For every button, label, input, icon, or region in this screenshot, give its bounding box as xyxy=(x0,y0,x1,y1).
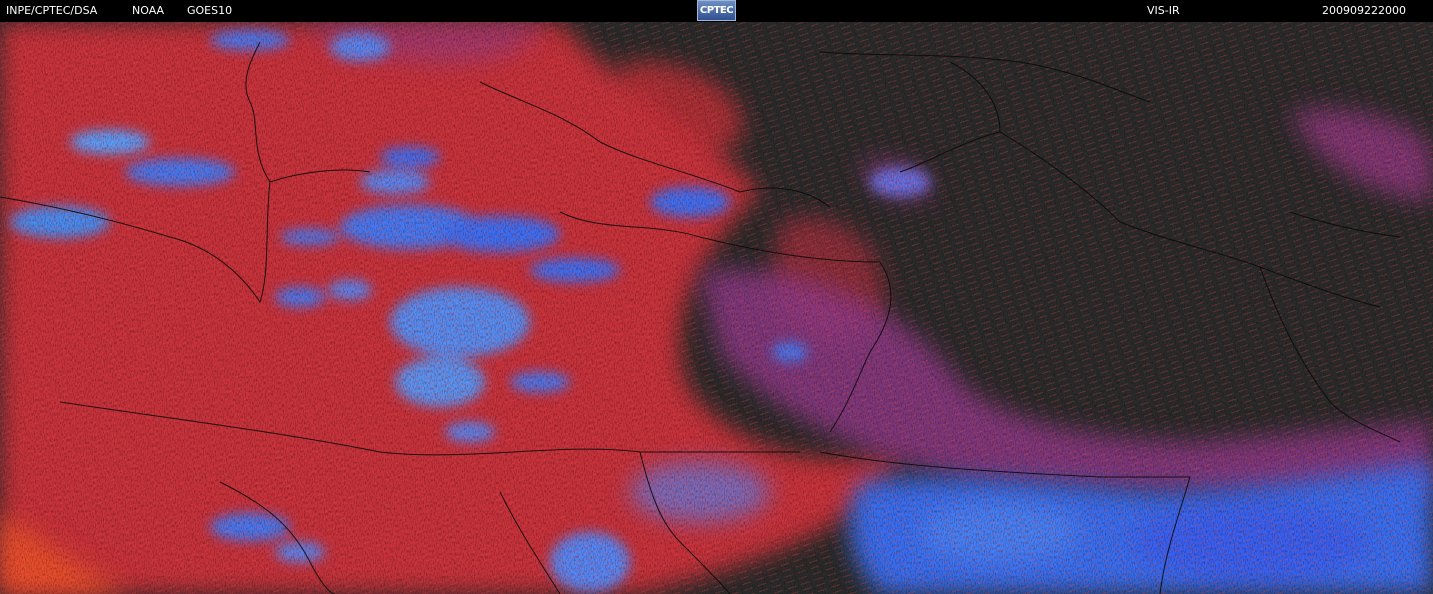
agency-label: NOAA xyxy=(132,4,165,17)
cptec-logo: CPTEC xyxy=(697,0,736,21)
source-label: INPE/CPTEC/DSA xyxy=(6,4,98,17)
satellite-image-canvas xyxy=(0,22,1433,594)
satellite-imagery xyxy=(0,22,1433,594)
channel-label: VIS-IR xyxy=(1147,4,1180,17)
noise-texture xyxy=(0,22,1433,594)
header-bar: INPE/CPTEC/DSA NOAA GOES10 CPTEC VIS-IR … xyxy=(0,0,1433,22)
satellite-label: GOES10 xyxy=(187,4,233,17)
timestamp-label: 200909222000 xyxy=(1322,4,1406,17)
